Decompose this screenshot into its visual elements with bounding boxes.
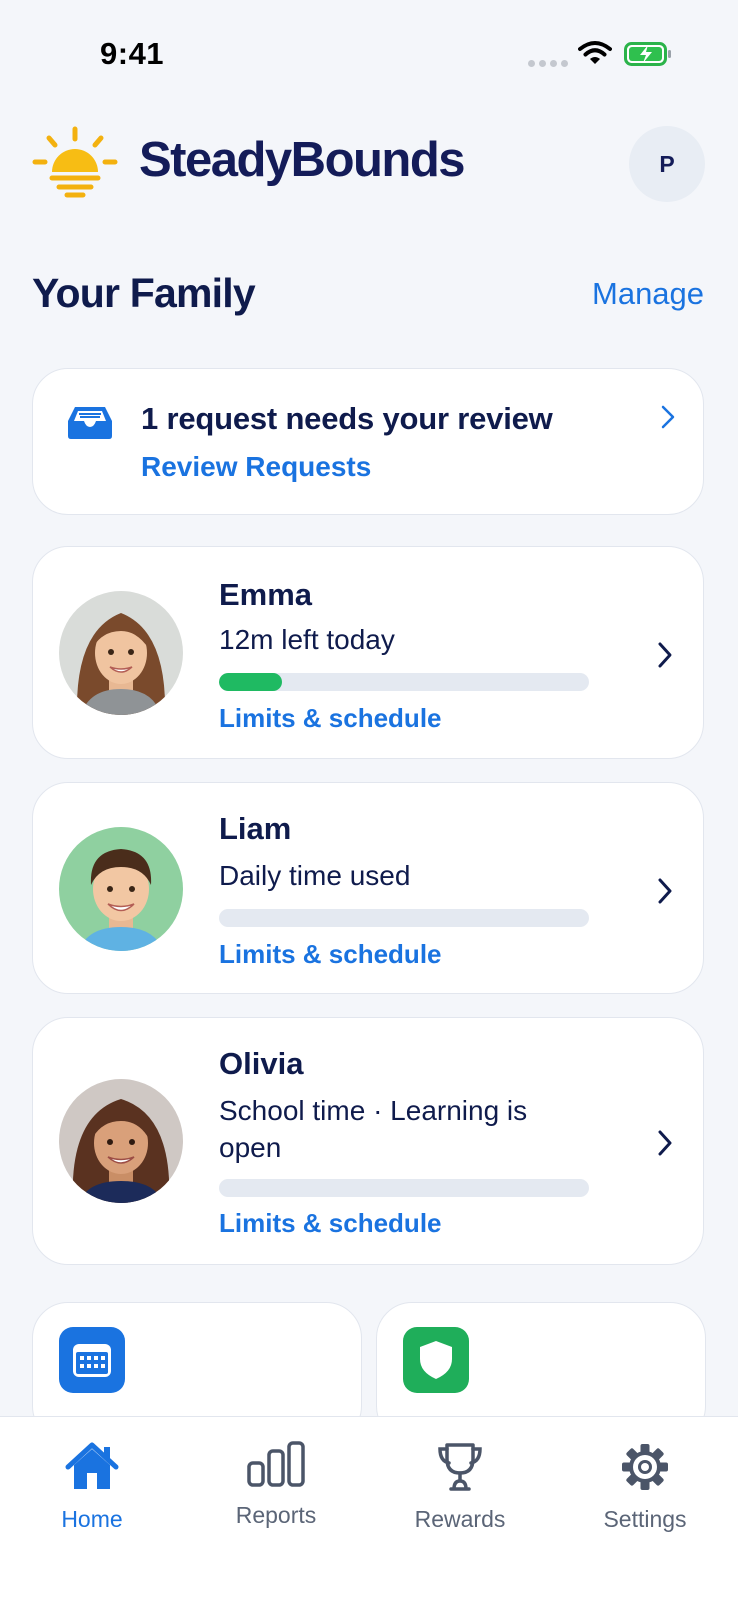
child-status: Daily time used [219, 860, 411, 891]
tab-rewards[interactable]: Rewards [390, 1441, 530, 1533]
child-name: Liam [219, 811, 292, 846]
request-title: 1 request needs your review [141, 401, 553, 436]
shield-icon [403, 1327, 469, 1393]
status-time: 9:41 [100, 36, 165, 71]
manage-link[interactable]: Manage [592, 276, 704, 312]
child-status: 12m left today [219, 624, 395, 655]
section-title: Your Family [32, 270, 256, 316]
tab-label: Rewards [414, 1506, 506, 1532]
bar-chart-icon [246, 1441, 306, 1494]
tab-home[interactable]: Home [22, 1441, 162, 1533]
time-progress-bar [219, 909, 589, 927]
tab-label: Home [61, 1506, 123, 1532]
child-card-liam[interactable]: Liam Daily time used Limits & schedule [32, 782, 704, 994]
child-card-emma[interactable]: Emma 12m left today Limits & schedule [32, 546, 704, 759]
child-status: School time · Learning is open [219, 1095, 528, 1163]
time-progress-fill [219, 673, 282, 691]
chevron-right-icon [657, 641, 673, 674]
chevron-right-icon [657, 877, 673, 910]
child-card-olivia[interactable]: Olivia School time · Learning is open Li… [32, 1017, 704, 1265]
profile-avatar[interactable]: P [629, 126, 705, 202]
child-avatar [59, 827, 183, 951]
chevron-right-icon [657, 1129, 673, 1162]
tab-label: Reports [235, 1502, 317, 1528]
child-avatar [59, 591, 183, 715]
child-name: Olivia [219, 1046, 304, 1081]
trophy-icon [436, 1441, 484, 1498]
tab-bar: Home Reports Rewards Settings [0, 1416, 738, 1601]
calendar-icon [59, 1327, 125, 1393]
tab-label: Settings [603, 1506, 687, 1532]
time-progress-bar [219, 1179, 589, 1197]
limits-schedule-link[interactable]: Limits & schedule [219, 1208, 442, 1239]
app-title: SteadyBounds [139, 133, 466, 187]
review-requests-link[interactable]: Review Requests [141, 451, 371, 483]
tab-reports[interactable]: Reports [206, 1441, 346, 1529]
tab-settings[interactable]: Settings [575, 1441, 715, 1533]
cellular-signal-icon [528, 60, 568, 67]
inbox-icon [67, 405, 113, 446]
child-avatar [59, 1079, 183, 1203]
review-request-card[interactable]: 1 request needs your review Review Reque… [32, 368, 704, 515]
limits-schedule-link[interactable]: Limits & schedule [219, 939, 442, 970]
chevron-right-icon [661, 405, 675, 434]
child-name: Emma [219, 577, 313, 612]
sun-logo-icon [32, 126, 118, 203]
battery-icon [624, 42, 672, 71]
home-icon [64, 1441, 120, 1498]
limits-schedule-link[interactable]: Limits & schedule [219, 703, 442, 734]
wifi-icon [578, 40, 612, 71]
time-progress-bar [219, 673, 589, 691]
gear-icon [619, 1441, 671, 1498]
